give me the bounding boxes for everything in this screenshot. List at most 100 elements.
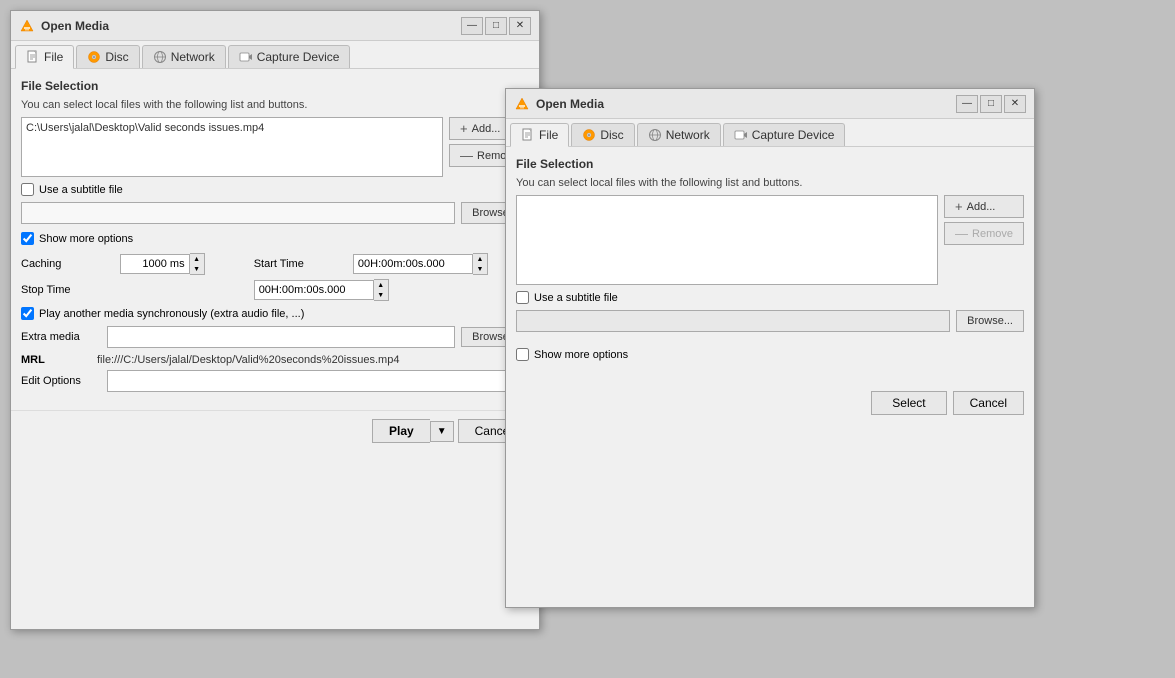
caching-label-1: Caching: [21, 258, 112, 270]
caching-arrows-1: ▲ ▼: [190, 253, 205, 275]
start-time-input-row-1: ▲ ▼: [353, 253, 529, 275]
subtitle-browse-button-2[interactable]: Browse...: [956, 310, 1024, 332]
stop-time-label-1: Stop Time: [21, 284, 112, 296]
tab-capture-label-1: Capture Device: [257, 50, 340, 64]
subtitle-row-1: Browse...: [21, 202, 529, 224]
subtitle-row-2: Browse...: [516, 310, 1024, 332]
subtitle-input-1[interactable]: [21, 202, 455, 224]
subtitle-checkbox-1[interactable]: [21, 183, 34, 196]
show-more-checkbox-1[interactable]: [21, 232, 34, 245]
extra-media-row-1: Extra media Browse...: [21, 326, 529, 348]
minimize-button-1[interactable]: —: [461, 17, 483, 35]
file-tab-icon-1: [26, 50, 40, 64]
tab-disc-1[interactable]: Disc: [76, 45, 139, 68]
stop-time-input-1[interactable]: [254, 280, 374, 300]
play-sync-checkbox-1[interactable]: [21, 307, 34, 320]
start-time-input-1[interactable]: [353, 254, 473, 274]
capture-tab-icon-2: [734, 128, 748, 142]
titlebar-2: Open Media — □ ✕: [506, 89, 1034, 119]
caching-input-1[interactable]: [120, 254, 190, 274]
maximize-button-2[interactable]: □: [980, 95, 1002, 113]
file-selection-title-1: File Selection: [21, 79, 529, 93]
disc-tab-icon-2: [582, 128, 596, 142]
tab-network-label-1: Network: [171, 50, 215, 64]
tab-disc-label-1: Disc: [105, 50, 128, 64]
mrl-label-1: MRL: [21, 354, 91, 366]
stop-time-input-row-1: ▲ ▼: [254, 279, 529, 301]
disc-tab-icon-1: [87, 50, 101, 64]
play-button-1[interactable]: Play: [372, 419, 430, 443]
tab-file-2[interactable]: File: [510, 123, 569, 147]
tab-disc-label-2: Disc: [600, 128, 623, 142]
start-time-arrows-1: ▲ ▼: [473, 253, 488, 275]
remove-button-2[interactable]: — Remove: [944, 222, 1024, 245]
add-icon-1: +: [460, 121, 468, 136]
content-1: File Selection You can select local file…: [11, 69, 539, 406]
network-tab-icon-2: [648, 128, 662, 142]
window-1: Open Media — □ ✕ File Disc: [10, 10, 540, 630]
tabs-1: File Disc Network Capture Device: [11, 41, 539, 69]
start-time-label-1: Start Time: [254, 258, 345, 270]
file-list-row-1: C:\Users\jalal\Desktop\Valid seconds iss…: [21, 117, 529, 177]
show-more-label-1: Show more options: [39, 233, 133, 245]
tab-network-1[interactable]: Network: [142, 45, 226, 68]
window-2: Open Media — □ ✕ File Disc: [505, 88, 1035, 608]
file-list-row-2: + Add... — Remove: [516, 195, 1024, 285]
subtitle-checkbox-row-1: Use a subtitle file: [21, 183, 529, 196]
stop-time-arrows-1: ▲ ▼: [374, 279, 389, 301]
subtitle-checkbox-label-1: Use a subtitle file: [39, 184, 123, 196]
titlebar-controls-2: — □ ✕: [956, 95, 1026, 113]
show-more-row-1: Show more options: [21, 232, 529, 245]
remove-icon-1: —: [460, 148, 473, 163]
caching-down-1[interactable]: ▼: [190, 264, 204, 274]
subtitle-checkbox-row-2: Use a subtitle file: [516, 291, 1024, 304]
subtitle-checkbox-2[interactable]: [516, 291, 529, 304]
minimize-button-2[interactable]: —: [956, 95, 978, 113]
close-button-2[interactable]: ✕: [1004, 95, 1026, 113]
play-dropdown-1[interactable]: ▼: [430, 421, 454, 442]
tabs-2: File Disc Network Capture Device: [506, 119, 1034, 147]
select-button-2[interactable]: Select: [871, 391, 946, 415]
tab-file-1[interactable]: File: [15, 45, 74, 69]
edit-options-label-1: Edit Options: [21, 375, 101, 387]
vlc-icon-1: [19, 18, 35, 34]
file-selection-section-2: File Selection You can select local file…: [516, 157, 1024, 285]
show-more-checkbox-2[interactable]: [516, 348, 529, 361]
capture-tab-icon-1: [239, 50, 253, 64]
tab-network-2[interactable]: Network: [637, 123, 721, 146]
stop-time-down-1[interactable]: ▼: [374, 290, 388, 300]
file-selection-desc-1: You can select local files with the foll…: [21, 99, 529, 111]
file-selection-section-1: File Selection You can select local file…: [21, 79, 529, 177]
add-icon-2: +: [955, 199, 963, 214]
show-more-row-2: Show more options: [516, 348, 1024, 361]
tab-capture-label-2: Capture Device: [752, 128, 835, 142]
tab-file-label-2: File: [539, 128, 558, 142]
edit-options-input-1[interactable]: [107, 370, 529, 392]
tab-disc-2[interactable]: Disc: [571, 123, 634, 146]
tab-capture-1[interactable]: Capture Device: [228, 45, 351, 68]
tab-capture-2[interactable]: Capture Device: [723, 123, 846, 146]
play-button-group-1: Play ▼: [372, 419, 454, 443]
mrl-value-1: file:///C:/Users/jalal/Desktop/Valid%20s…: [97, 354, 399, 366]
stop-time-up-1[interactable]: ▲: [374, 280, 388, 290]
vlc-icon-2: [514, 96, 530, 112]
select-cancel-row-2: Select Cancel: [506, 383, 1034, 423]
extra-media-input-1[interactable]: [107, 326, 455, 348]
titlebar-controls-1: — □ ✕: [461, 17, 531, 35]
start-time-up-1[interactable]: ▲: [473, 254, 487, 264]
maximize-button-1[interactable]: □: [485, 17, 507, 35]
caching-up-1[interactable]: ▲: [190, 254, 204, 264]
cancel-button-2[interactable]: Cancel: [953, 391, 1024, 415]
mrl-row-1: MRL file:///C:/Users/jalal/Desktop/Valid…: [21, 354, 529, 366]
titlebar-title-2: Open Media: [536, 97, 956, 111]
add-button-2[interactable]: + Add...: [944, 195, 1024, 218]
tab-network-label-2: Network: [666, 128, 710, 142]
file-selection-desc-2: You can select local files with the foll…: [516, 177, 1024, 189]
tab-file-label-1: File: [44, 50, 63, 64]
close-button-1[interactable]: ✕: [509, 17, 531, 35]
file-list-1[interactable]: C:\Users\jalal\Desktop\Valid seconds iss…: [21, 117, 443, 177]
start-time-down-1[interactable]: ▼: [473, 264, 487, 274]
file-list-2[interactable]: [516, 195, 938, 285]
remove-icon-2: —: [955, 226, 968, 241]
subtitle-input-2[interactable]: [516, 310, 950, 332]
